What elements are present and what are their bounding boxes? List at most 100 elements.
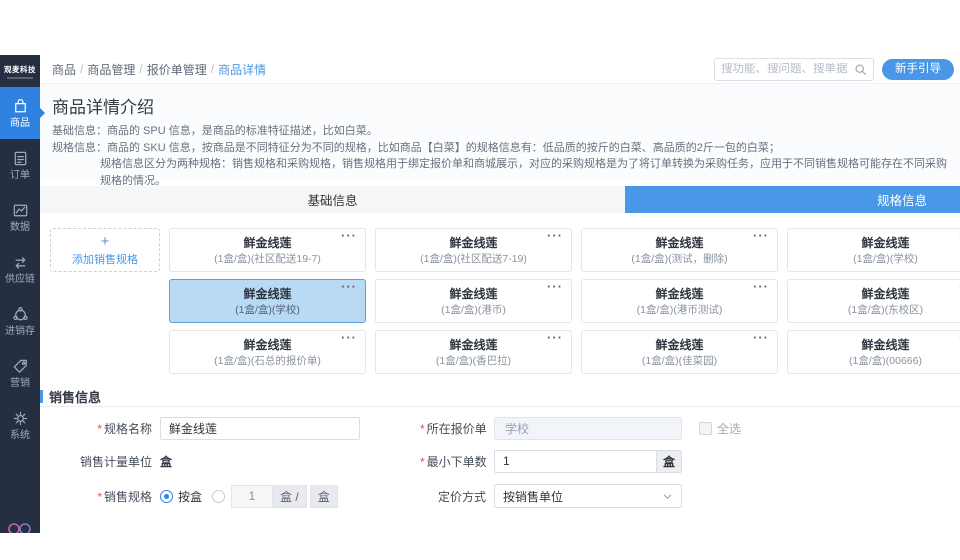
min-order-field: 盒 — [494, 449, 682, 473]
breadcrumb-separator: / — [210, 62, 215, 76]
spec-card-title: 鲜金线莲 — [655, 235, 704, 250]
spec-card[interactable]: ··· 鲜金线莲 (1盒/盒)(佳菜园) — [581, 330, 778, 374]
sidebar-item-inventory[interactable]: 进销存 — [0, 295, 40, 347]
spec-card[interactable]: ··· 鲜金线莲 (1盒/盒)(社区配送7-19) — [375, 228, 572, 272]
add-sale-spec-button[interactable]: + 添加销售规格 — [50, 228, 160, 272]
sidebar-item-data[interactable]: 数据 — [0, 191, 40, 243]
spec-card-area: + 添加销售规格 ··· 鲜金线莲 (1盒/盒)(社区配送19-7) ··· 鲜… — [40, 213, 960, 379]
global-search[interactable] — [714, 57, 874, 81]
pricing-row: 定价方式 按销售单位 — [420, 483, 682, 509]
spec-card-subtitle: (1盒/盒)(香巴拉) — [435, 354, 512, 367]
price-sheet-input[interactable]: 学校 — [494, 416, 682, 440]
spec-card-title: 鲜金线莲 — [243, 337, 292, 352]
breadcrumb-goods[interactable]: 商品 — [52, 61, 76, 78]
spec-card-subtitle: (1盒/盒)(社区配送19-7) — [214, 252, 321, 265]
order-icon — [14, 151, 26, 166]
sales-info-section: 销售信息 规格名称 销售计量单位 盒 销售规格 按盒 1 盒 / 盒 所在报价单… — [40, 379, 960, 533]
section-title: 销售信息 — [49, 390, 102, 405]
cycle-icon — [12, 307, 28, 321]
spec-card-subtitle: (1盒/盒)(测试，删除) — [631, 252, 728, 265]
spec-card[interactable]: ··· 鲜金线莲 (1盒/盒)(东校区) — [787, 279, 960, 323]
search-input[interactable] — [721, 63, 854, 75]
sale-spec-row: 销售规格 按盒 1 盒 / 盒 — [48, 483, 338, 509]
spec-card[interactable]: ··· 鲜金线莲 (1盒/盒)(香巴拉) — [375, 330, 572, 374]
spec-card[interactable]: ··· 鲜金线莲 (1盒/盒)(学校) — [787, 228, 960, 272]
spec-card-title: 鲜金线莲 — [449, 337, 498, 352]
sidebar-item-label: 供应链 — [5, 274, 35, 285]
card-menu-icon[interactable]: ··· — [547, 331, 563, 345]
card-menu-icon[interactable]: ··· — [753, 331, 769, 345]
radio-by-box-label: 按盒 — [178, 489, 203, 504]
sale-unit-row: 销售计量单位 盒 — [48, 448, 172, 474]
tab-spec-info[interactable]: 规格信息 — [625, 186, 960, 213]
min-order-input[interactable] — [494, 449, 656, 473]
bag-icon — [14, 99, 26, 113]
card-menu-icon[interactable]: ··· — [341, 331, 357, 345]
price-sheet-row: 所在报价单 学校 全选 — [420, 415, 741, 441]
sidebar-item-label: 订单 — [10, 170, 30, 181]
section-accent-bar — [40, 390, 43, 403]
page-title: 商品详情介绍 — [52, 98, 154, 117]
spec-card-title: 鲜金线莲 — [243, 235, 292, 250]
spec-unit-b[interactable]: 盒 — [309, 484, 338, 508]
spec-card[interactable]: ··· 鲜金线莲 (1盒/盒)(港币) — [375, 279, 572, 323]
sidebar-item-goods[interactable]: 商品 — [0, 87, 40, 139]
sidebar-item-orders[interactable]: 订单 — [0, 139, 40, 191]
spec-card[interactable]: ··· 鲜金线莲 (1盒/盒)(测试，删除) — [581, 228, 778, 272]
sale-spec-label: 销售规格 — [48, 488, 152, 505]
spec-card-selected[interactable]: ··· 鲜金线莲 (1盒/盒)(学校) — [169, 279, 366, 323]
active-item-notch — [40, 108, 45, 118]
spec-card[interactable]: ··· 鲜金线莲 (1盒/盒)(石总的报价单) — [169, 330, 366, 374]
intro-line-basic: 基础信息：商品的 SPU 信息，是商品的标准特征描述，比如白菜。 — [52, 125, 378, 137]
spec-card-title: 鲜金线莲 — [655, 286, 704, 301]
spec-card-title: 鲜金线莲 — [655, 337, 704, 352]
select-all-checkbox[interactable] — [699, 421, 712, 435]
spec-card-title: 鲜金线莲 — [861, 235, 910, 250]
spec-card[interactable]: ··· 鲜金线莲 (1盒/盒)(港币测试) — [581, 279, 778, 323]
card-menu-icon[interactable]: ··· — [753, 280, 769, 294]
spec-name-row: 规格名称 — [48, 415, 360, 441]
chevron-down-icon — [663, 494, 672, 499]
spec-card-grid: + 添加销售规格 ··· 鲜金线莲 (1盒/盒)(社区配送19-7) ··· 鲜… — [50, 228, 960, 374]
min-order-row: 最小下单数 盒 — [420, 448, 682, 474]
sidebar-item-system[interactable]: 系统 — [0, 399, 40, 451]
spec-card-subtitle: (1盒/盒)(学校) — [235, 303, 300, 316]
exchange-icon — [15, 257, 25, 269]
card-menu-icon[interactable]: ··· — [547, 229, 563, 243]
select-all-option[interactable]: 全选 — [699, 420, 741, 437]
sidebar-item-label: 营销 — [10, 378, 30, 389]
sidebar-item-supply-chain[interactable]: 供应链 — [0, 243, 40, 295]
sidebar-item-label: 商品 — [10, 118, 30, 129]
sidebar-item-marketing[interactable]: 营销 — [0, 347, 40, 399]
radio-custom-spec[interactable] — [212, 489, 226, 503]
sale-unit-value: 盒 — [160, 454, 173, 469]
detail-tabs: 基础信息 规格信息 — [40, 186, 960, 213]
min-order-label: 最小下单数 — [420, 453, 487, 470]
beginner-guide-button[interactable]: 新手引导 — [882, 58, 954, 80]
radio-by-box[interactable] — [160, 489, 173, 503]
spec-qty-input[interactable]: 1 — [231, 484, 274, 508]
sidebar-item-label: 数据 — [10, 222, 30, 233]
tab-basic-info[interactable]: 基础信息 — [40, 186, 625, 213]
spec-card[interactable]: ··· 鲜金线莲 (1盒/盒)(社区配送19-7) — [169, 228, 366, 272]
card-menu-icon[interactable]: ··· — [341, 229, 357, 243]
sale-unit-label: 销售计量单位 — [79, 454, 152, 469]
spec-card-subtitle: (1盒/盒)(佳菜园) — [641, 354, 718, 367]
search-icon[interactable] — [854, 63, 867, 76]
card-menu-icon[interactable]: ··· — [341, 280, 357, 294]
sidebar: 观麦科技 商品 订单 数据 供应链 进销存 营销 系统 — [0, 55, 40, 533]
breadcrumb-goods-management[interactable]: 商品管理 — [87, 61, 135, 78]
intro-line-spec-detail: 规格信息区分为两种规格：销售规格和采购规格，销售规格用于绑定报价单和商城展示，对… — [100, 158, 947, 187]
spec-unit-a[interactable]: 盒 / — [272, 484, 307, 508]
card-menu-icon[interactable]: ··· — [753, 229, 769, 243]
breadcrumb-quotation-management[interactable]: 报价单管理 — [147, 61, 207, 78]
tag-icon — [13, 359, 27, 373]
spec-name-input[interactable] — [160, 416, 360, 440]
pricing-select[interactable]: 按销售单位 — [494, 484, 682, 508]
customer-service-icon[interactable] — [6, 521, 34, 533]
app-logo[interactable]: 观麦科技 — [0, 55, 40, 87]
card-menu-icon[interactable]: ··· — [547, 280, 563, 294]
spec-card[interactable]: ··· 鲜金线莲 (1盒/盒)(00666) — [787, 330, 960, 374]
gear-icon — [13, 411, 27, 426]
product-detail-intro: 商品详情介绍 基础信息：商品的 SPU 信息，是商品的标准特征描述，比如白菜。 … — [40, 84, 960, 187]
